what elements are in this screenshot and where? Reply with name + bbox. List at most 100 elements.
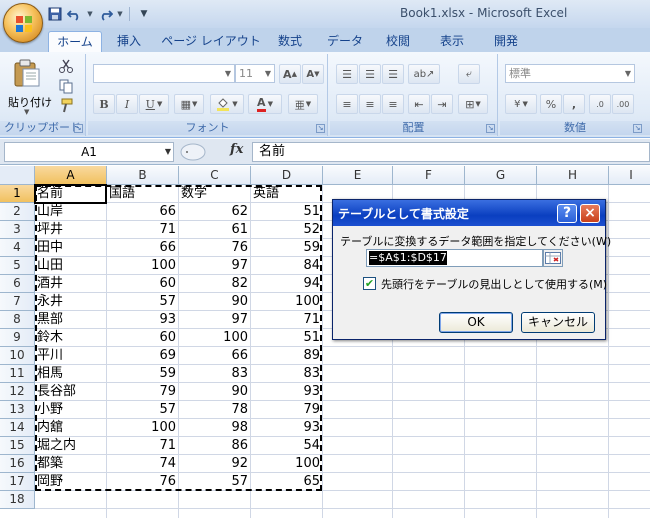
table-cell[interactable]: 57 [179, 473, 251, 491]
select-all-corner[interactable] [0, 166, 35, 185]
number-format-combo[interactable]: 標準 ▼ [505, 64, 635, 83]
column-header-h[interactable]: H [537, 166, 609, 185]
font-name-combo[interactable]: ▼ [93, 64, 235, 83]
increase-decimal-icon[interactable]: .0 [589, 94, 611, 114]
table-cell[interactable]: 鈴木 [35, 329, 107, 347]
column-header-i[interactable]: I [609, 166, 650, 185]
undo-dropdown-icon[interactable]: ▼ [86, 5, 94, 23]
table-cell[interactable]: 79 [107, 383, 179, 401]
table-cell[interactable]: 100 [107, 419, 179, 437]
table-cell[interactable]: 89 [251, 347, 323, 365]
table-cell[interactable]: 59 [251, 239, 323, 257]
italic-icon[interactable]: I [116, 94, 138, 114]
column-header-c[interactable]: C [179, 166, 251, 185]
wrap-text-icon[interactable]: ⤶ [458, 64, 480, 84]
column-header-e[interactable]: E [323, 166, 393, 185]
row-header-12[interactable]: 12 [0, 383, 35, 401]
decrease-decimal-icon[interactable]: .00 [612, 94, 634, 114]
table-cell[interactable]: 平川 [35, 347, 107, 365]
table-cell[interactable]: 71 [107, 221, 179, 239]
table-cell[interactable]: 100 [179, 329, 251, 347]
row-header-4[interactable]: 4 [0, 239, 35, 257]
table-cell[interactable]: 57 [107, 401, 179, 419]
table-cell[interactable]: 71 [251, 311, 323, 329]
table-cell[interactable]: 山田 [35, 257, 107, 275]
table-cell[interactable]: 69 [107, 347, 179, 365]
table-cell[interactable]: 84 [251, 257, 323, 275]
table-cell[interactable]: 82 [179, 275, 251, 293]
column-header-f[interactable]: F [393, 166, 465, 185]
table-cell[interactable]: 60 [107, 329, 179, 347]
table-cell[interactable]: 90 [179, 293, 251, 311]
name-box[interactable]: A1 ▼ [4, 142, 174, 162]
row-header-17[interactable]: 17 [0, 473, 35, 491]
row-header-15[interactable]: 15 [0, 437, 35, 455]
header-cell[interactable]: 英語 [251, 185, 323, 203]
table-cell[interactable]: 94 [251, 275, 323, 293]
row-header-2[interactable]: 2 [0, 203, 35, 221]
percent-icon[interactable]: % [540, 94, 562, 114]
align-right-icon[interactable]: ≡ [382, 94, 404, 114]
align-top-icon[interactable]: ☰ [336, 64, 358, 84]
column-header-g[interactable]: G [465, 166, 537, 185]
tab-formulas[interactable]: 数式 [268, 31, 312, 52]
align-bottom-icon[interactable]: ☰ [382, 64, 404, 84]
align-middle-icon[interactable]: ☰ [359, 64, 381, 84]
office-button[interactable] [3, 3, 43, 43]
header-cell[interactable]: 数学 [179, 185, 251, 203]
orientation-icon[interactable]: ab↗ [408, 64, 440, 84]
cancel-button[interactable]: キャンセル [521, 312, 595, 333]
close-icon[interactable]: × [580, 204, 600, 223]
table-cell[interactable]: 100 [251, 455, 323, 473]
table-cell[interactable]: 51 [251, 329, 323, 347]
row-header-14[interactable]: 14 [0, 419, 35, 437]
table-cell[interactable]: 86 [179, 437, 251, 455]
column-header-a[interactable]: A [35, 166, 107, 185]
table-cell[interactable]: 83 [179, 365, 251, 383]
row-header-1[interactable]: 1 [0, 185, 35, 203]
redo-dropdown-icon[interactable]: ▼ [116, 5, 124, 23]
currency-icon[interactable]: ¥ ▼ [505, 94, 537, 114]
customize-icon[interactable]: ▼ [135, 5, 153, 23]
table-cell[interactable]: 93 [107, 311, 179, 329]
row-header-3[interactable]: 3 [0, 221, 35, 239]
tab-page-layout[interactable]: ページ レイアウト [160, 31, 262, 52]
tab-home[interactable]: ホーム [48, 31, 102, 52]
table-cell[interactable]: 66 [107, 239, 179, 257]
decrease-indent-icon[interactable]: ⇤ [408, 94, 430, 114]
table-cell[interactable]: 59 [107, 365, 179, 383]
column-header-b[interactable]: B [107, 166, 179, 185]
alignment-launcher-icon[interactable]: ↘ [486, 124, 495, 133]
table-cell[interactable]: 山岸 [35, 203, 107, 221]
cut-icon[interactable] [58, 58, 76, 74]
tab-view[interactable]: 表示 [430, 31, 474, 52]
row-header-5[interactable]: 5 [0, 257, 35, 275]
row-header-10[interactable]: 10 [0, 347, 35, 365]
font-launcher-icon[interactable]: ↘ [316, 124, 325, 133]
row-header-18[interactable]: 18 [0, 491, 35, 509]
grow-font-icon[interactable]: A ▲ [279, 64, 301, 84]
save-icon[interactable] [46, 5, 64, 23]
table-cell[interactable]: 78 [179, 401, 251, 419]
table-cell[interactable]: 57 [107, 293, 179, 311]
font-size-combo[interactable]: 11 ▼ [235, 64, 275, 83]
row-header-13[interactable]: 13 [0, 401, 35, 419]
column-header-d[interactable]: D [251, 166, 323, 185]
row-header-8[interactable]: 8 [0, 311, 35, 329]
table-cell[interactable]: 74 [107, 455, 179, 473]
table-cell[interactable]: 長谷部 [35, 383, 107, 401]
table-cell[interactable]: 76 [107, 473, 179, 491]
range-input[interactable]: =$A$1:$D$17 [366, 249, 543, 267]
row-header-11[interactable]: 11 [0, 365, 35, 383]
row-header-6[interactable]: 6 [0, 275, 35, 293]
clipboard-launcher-icon[interactable]: ↘ [74, 124, 83, 133]
table-cell[interactable]: 97 [179, 311, 251, 329]
table-cell[interactable]: 97 [179, 257, 251, 275]
redo-icon[interactable] [96, 5, 114, 23]
table-cell[interactable]: 永井 [35, 293, 107, 311]
header-row-checkbox[interactable]: ✔ [363, 277, 376, 290]
copy-icon[interactable] [58, 78, 76, 94]
dialog-titlebar[interactable]: テーブルとして書式設定 ? × [333, 200, 605, 226]
tab-review[interactable]: 校閲 [376, 31, 420, 52]
phonetic-icon[interactable]: 亜 ▼ [288, 94, 318, 114]
